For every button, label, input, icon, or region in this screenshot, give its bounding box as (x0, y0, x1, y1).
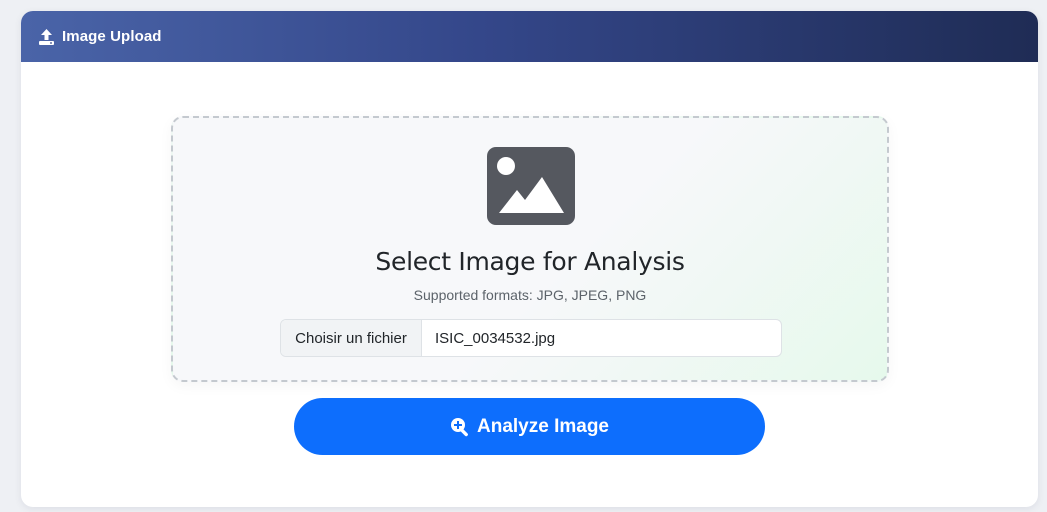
supported-formats-text: Supported formats: JPG, JPEG, PNG (413, 287, 647, 303)
image-upload-card: Image Upload Select Image for Analysis S… (21, 11, 1038, 507)
card-title: Image Upload (62, 28, 162, 45)
image-icon (487, 147, 575, 225)
card-header: Image Upload (21, 11, 1038, 62)
upload-dropzone[interactable]: Select Image for Analysis Supported form… (171, 116, 889, 382)
upload-icon (38, 28, 55, 46)
analyze-image-button[interactable]: Analyze Image (294, 398, 765, 455)
file-input[interactable]: Choisir un fichier ISIC_0034532.jpg (280, 319, 782, 357)
analyze-button-label: Analyze Image (477, 415, 609, 437)
search-plus-icon (450, 417, 470, 437)
upload-title: Select Image for Analysis (375, 247, 685, 276)
selected-file-name: ISIC_0034532.jpg (435, 329, 556, 347)
choose-file-button[interactable]: Choisir un fichier (281, 320, 422, 356)
